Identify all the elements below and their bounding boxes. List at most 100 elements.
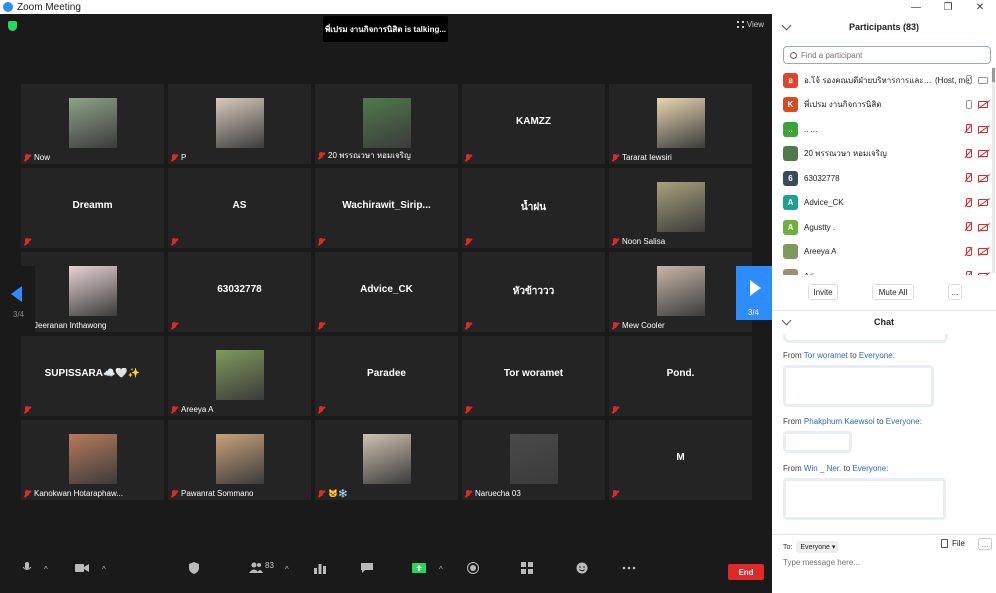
more-button[interactable]	[622, 562, 636, 574]
tile-name: Areeya A	[181, 405, 214, 414]
reactions-button[interactable]	[575, 562, 589, 574]
muted-camera-icon[interactable]	[978, 248, 988, 255]
scrollbar-thumb[interactable]	[992, 68, 995, 82]
chevron-up-icon[interactable]: ^	[44, 565, 48, 574]
video-tile[interactable]: Advice_CK	[315, 252, 458, 332]
file-button[interactable]: File	[941, 539, 965, 548]
muted-mic-icon[interactable]	[964, 124, 972, 134]
chat-message-input[interactable]	[783, 555, 983, 569]
video-tile[interactable]: Wachirawit_Sirip...	[315, 168, 458, 248]
prev-page-button[interactable]: 3/4	[0, 266, 35, 332]
video-tile[interactable]: น้ำฝน	[462, 168, 605, 248]
message-sender[interactable]: Phakphum Kaewsol	[804, 417, 875, 426]
muted-mic-icon	[464, 154, 472, 162]
video-tile[interactable]: Paradee	[315, 336, 458, 416]
maximize-icon[interactable]: ❐	[932, 0, 964, 14]
invite-button[interactable]: Invite	[808, 284, 838, 300]
end-meeting-button[interactable]: End	[728, 564, 764, 580]
view-button[interactable]: View	[736, 20, 764, 29]
record-button[interactable]	[466, 562, 480, 574]
participant-row[interactable]: .. .. ...	[772, 117, 996, 142]
muted-camera-icon[interactable]	[978, 272, 988, 275]
participant-row[interactable]: 20 พรรณวษา หอมเจริญ	[772, 142, 996, 167]
meeting-toolbar: ^ ^ 83 ^ ^	[0, 560, 772, 579]
video-tile[interactable]: Tararat Iewsiri	[609, 84, 752, 164]
mute-button[interactable]: ^	[20, 562, 48, 574]
message-recipient[interactable]: Everyone:	[852, 464, 888, 473]
chevron-down-icon[interactable]	[781, 315, 792, 326]
muted-mic-icon[interactable]	[964, 173, 972, 183]
video-tile[interactable]: 🐱❄️	[315, 420, 458, 500]
mute-all-button[interactable]: Mute All	[872, 284, 914, 300]
video-tile[interactable]: SUPISSARA☁️🤍✨	[21, 336, 164, 416]
video-tile[interactable]: Naruecha 03	[462, 420, 605, 500]
participant-scrollbar[interactable]	[992, 68, 995, 273]
muted-mic-icon[interactable]	[964, 222, 972, 232]
video-tile[interactable]: Noon Salisa	[609, 168, 752, 248]
muted-camera-icon[interactable]	[978, 101, 988, 108]
mic-icon[interactable]	[964, 99, 972, 110]
participant-row[interactable]: Areeya A	[772, 240, 996, 265]
video-tile[interactable]: M	[609, 420, 752, 500]
participant-row[interactable]: ออ.โจ้ รองคณบดีฝ่ายบริหารการและพัฒนา...(…	[772, 68, 996, 93]
camera-icon[interactable]	[978, 76, 988, 84]
next-page-button[interactable]: 3/4	[736, 266, 772, 320]
muted-mic-icon[interactable]	[964, 148, 972, 159]
video-tile[interactable]: Dreamm	[21, 168, 164, 248]
video-tile[interactable]: Now	[21, 84, 164, 164]
chevron-down-icon[interactable]	[781, 20, 792, 31]
encryption-shield-icon[interactable]	[8, 21, 17, 31]
participant-photo	[215, 98, 264, 148]
video-tile[interactable]: Pawanrat Sommano	[168, 420, 311, 500]
mic-icon[interactable]	[964, 75, 972, 85]
video-tile[interactable]: Areeya A	[168, 336, 311, 416]
participant-search-input[interactable]	[801, 50, 981, 60]
video-tile[interactable]: Pond.	[609, 336, 752, 416]
video-tile[interactable]: Kanokwan Hotaraphaw...	[21, 420, 164, 500]
close-icon[interactable]: ✕	[964, 0, 996, 14]
participant-row[interactable]: A Advice_CK	[772, 191, 996, 216]
video-tile[interactable]: 63032778	[168, 252, 311, 332]
video-tile[interactable]: AS	[168, 168, 311, 248]
video-tile[interactable]: Jeeranan Inthawong	[21, 252, 164, 332]
video-tile[interactable]: หัวข้าววว	[462, 252, 605, 332]
muted-camera-icon[interactable]	[978, 223, 988, 231]
muted-camera-icon[interactable]	[978, 125, 988, 133]
polls-button[interactable]	[313, 562, 327, 574]
security-button[interactable]	[187, 562, 201, 574]
participants-more-button[interactable]: ...	[948, 284, 962, 300]
grid-icon	[736, 21, 744, 28]
video-tile[interactable]: Tor woramet	[462, 336, 605, 416]
breakout-rooms-button[interactable]	[520, 562, 534, 574]
message-sender[interactable]: Tor woramet	[804, 351, 848, 360]
muted-camera-icon[interactable]	[978, 150, 988, 157]
chevron-up-icon[interactable]: ^	[285, 565, 289, 574]
participant-row[interactable]: K พี่เปรม งานกิจการนิสิต	[772, 93, 996, 118]
participants-button[interactable]: 83 ^	[249, 561, 289, 574]
chevron-up-icon[interactable]: ^	[102, 565, 106, 574]
chat-more-button[interactable]: ...	[978, 538, 992, 550]
message-sender[interactable]: Win _ Ner.	[804, 464, 841, 473]
muted-camera-icon[interactable]	[978, 174, 988, 182]
participant-list: ออ.โจ้ รองคณบดีฝ่ายบริหารการและพัฒนา...(…	[772, 68, 996, 275]
chevron-up-icon[interactable]: ^	[439, 565, 443, 574]
muted-mic-icon[interactable]	[964, 197, 972, 208]
minimize-icon[interactable]: —	[900, 0, 932, 14]
message-recipient[interactable]: Everyone:	[859, 351, 895, 360]
muted-mic-icon[interactable]	[964, 246, 972, 257]
muted-mic-icon[interactable]	[964, 271, 972, 275]
video-tile[interactable]: P	[168, 84, 311, 164]
message-recipient[interactable]: Everyone:	[886, 417, 922, 426]
recipient-select[interactable]: Everyone ▾	[796, 541, 840, 553]
chat-button[interactable]	[360, 562, 374, 574]
participant-row[interactable]: Ari	[772, 264, 996, 275]
participant-search[interactable]	[783, 46, 991, 64]
stop-video-button[interactable]: ^	[75, 562, 106, 574]
muted-camera-icon[interactable]	[978, 199, 988, 206]
share-screen-button[interactable]: ^	[412, 562, 443, 574]
participant-row[interactable]: 6 63032778	[772, 166, 996, 191]
participant-row[interactable]: A Agustty .	[772, 215, 996, 240]
video-tile[interactable]: 20 พรรณวษา หอมเจริญ	[315, 84, 458, 164]
video-tile[interactable]: Mew Cooler	[609, 252, 752, 332]
video-tile[interactable]: KAMZZ	[462, 84, 605, 164]
